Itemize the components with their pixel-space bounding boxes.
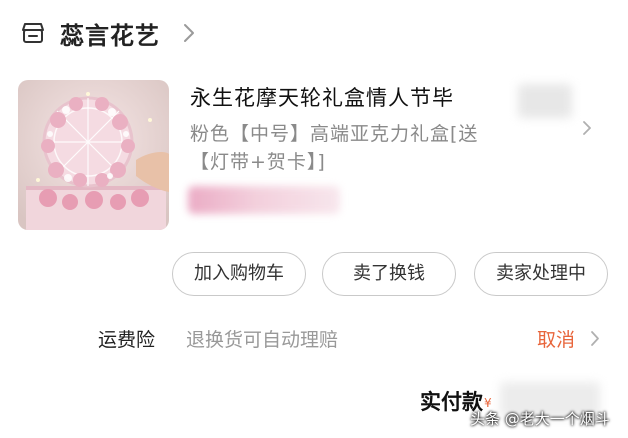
shop-icon — [22, 23, 44, 43]
chevron-right-icon[interactable] — [582, 120, 592, 136]
product-spec: 粉色【中号】高端亚克力礼盒[送【灯带+贺卡】] — [190, 123, 479, 173]
chevron-right-icon[interactable] — [182, 22, 196, 44]
shop-name[interactable]: 蕊言花艺 — [60, 16, 160, 51]
shipping-insurance-label: 运费险 — [98, 329, 156, 351]
order-card: 蕊言花艺 永生花摩天轮礼盒情人节毕 粉色【中号】高端亚克力礼盒[送【灯带+贺卡】… — [0, 0, 628, 438]
product-title[interactable]: 永生花摩天轮礼盒情人节毕 — [190, 82, 454, 112]
watermark: 头条 @老大一个烟斗 — [470, 410, 610, 428]
product-image[interactable] — [18, 80, 169, 230]
resell-button[interactable]: 卖了换钱 — [322, 252, 456, 296]
chevron-right-icon[interactable] — [590, 330, 600, 347]
price-redacted — [188, 186, 340, 214]
seller-processing-button[interactable]: 卖家处理中 — [474, 252, 608, 296]
shipping-insurance-description: 退换货可自动理赔 — [186, 329, 339, 351]
add-to-cart-button[interactable]: 加入购物车 — [172, 252, 306, 296]
cancel-link[interactable]: 取消 — [537, 325, 575, 352]
unit-price-redacted — [518, 84, 572, 118]
